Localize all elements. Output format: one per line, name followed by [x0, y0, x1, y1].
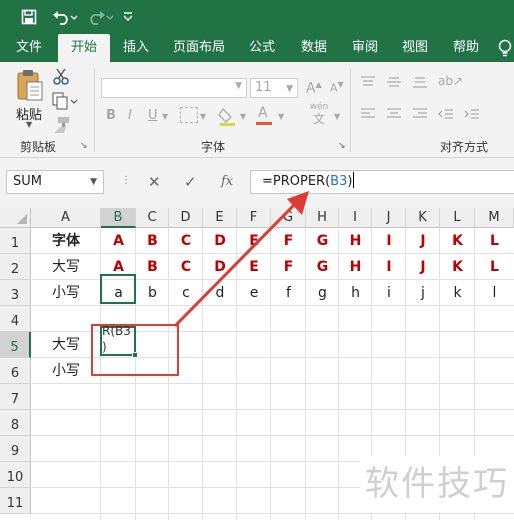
annotation-arrow [173, 191, 309, 328]
watermark: 软件技巧 [360, 456, 514, 512]
